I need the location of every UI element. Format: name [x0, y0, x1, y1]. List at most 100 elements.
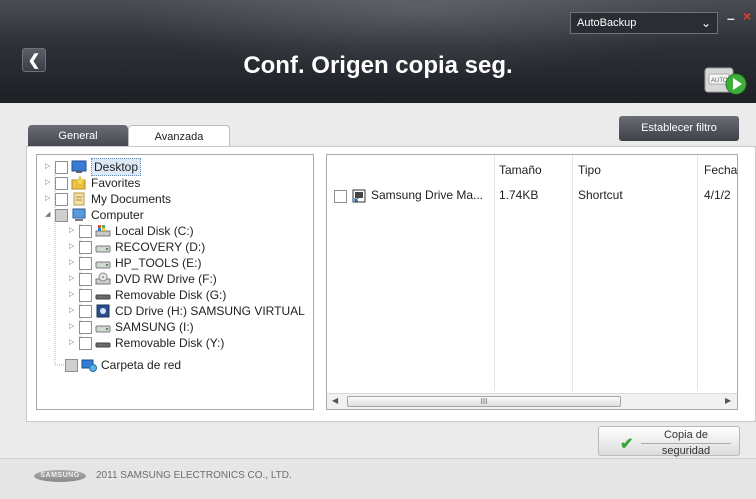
checkbox[interactable] [79, 224, 92, 238]
checkbox[interactable] [55, 160, 68, 174]
expand-arrow-icon[interactable]: ▷ [69, 303, 77, 319]
expand-arrow-icon[interactable]: ▷ [69, 319, 77, 335]
tree-item-label: RECOVERY (D:) [115, 240, 206, 254]
checkbox[interactable] [334, 190, 347, 203]
backup-button[interactable]: ✔ Copia de seguridad [598, 426, 740, 457]
tree-item-computer[interactable]: ◢ Computer [45, 207, 144, 223]
horizontal-scrollbar[interactable]: ◀ III ▶ [327, 393, 737, 409]
checkmark-icon: ✔ [620, 436, 634, 453]
scroll-thumb[interactable]: III [347, 396, 621, 407]
tab-general[interactable]: General [28, 125, 128, 147]
tree-item-removable-y[interactable]: ▷ Removable Disk (Y:) [69, 335, 224, 351]
chevron-down-icon: ⌄ [700, 16, 711, 30]
checkbox[interactable] [55, 192, 68, 206]
tree-item-label: Removable Disk (Y:) [115, 336, 225, 350]
column-divider [697, 155, 698, 391]
tree-item-recovery-d[interactable]: ▷ RECOVERY (D:) [69, 239, 205, 255]
network-folder-icon [81, 359, 97, 372]
removable-disk-icon [95, 294, 111, 300]
dvd-drive-icon [95, 272, 111, 285]
footer: SAMSUNG 2011 SAMSUNG ELECTRONICS CO., LT… [0, 459, 756, 499]
file-name: Samsung Drive Ma... [371, 188, 484, 202]
expand-arrow-icon[interactable]: ▷ [69, 287, 77, 303]
expand-arrow-icon[interactable]: ▷ [69, 271, 77, 287]
favorites-star-icon [71, 176, 87, 190]
tab-avanzada[interactable]: Avanzada [128, 125, 230, 147]
set-filter-button[interactable]: Establecer filtro [619, 116, 739, 141]
svg-text:AUTO: AUTO [711, 78, 728, 84]
expand-arrow-icon[interactable]: ▷ [69, 255, 77, 271]
drive-icon [95, 245, 111, 253]
backup-label-line2: seguridad [641, 443, 731, 457]
scroll-right-icon[interactable]: ▶ [725, 396, 731, 405]
computer-icon [72, 208, 86, 221]
tree-item-label: Carpeta de red [101, 358, 182, 372]
tree-item-cd-drive-h[interactable]: ▷ CD Drive (H:) SAMSUNG VIRTUAL [69, 303, 305, 319]
tree-item-label: My Documents [91, 192, 172, 206]
column-header-size[interactable]: Tamaño [499, 163, 542, 177]
collapse-arrow-icon[interactable]: ◢ [45, 207, 53, 223]
tree-item-local-disk-c[interactable]: ▷ Local Disk (C:) [69, 223, 194, 239]
page-title: Conf. Origen copia seg. [243, 52, 513, 79]
tree-item-my-documents[interactable]: ▷ My Documents [45, 191, 171, 207]
checkbox[interactable] [79, 288, 92, 302]
header-bar: ❮ Conf. Origen copia seg. AutoBackup ⌄ –… [0, 0, 756, 103]
checkbox[interactable] [79, 336, 92, 350]
column-divider [494, 155, 495, 391]
tree-item-samsung-i[interactable]: ▷ SAMSUNG (I:) [69, 319, 194, 335]
minimize-button[interactable]: – [727, 10, 735, 26]
local-disk-icon [95, 225, 111, 237]
checkbox[interactable] [79, 304, 92, 318]
tree-item-label: CD Drive (H:) SAMSUNG VIRTUAL [115, 304, 305, 318]
tree-item-label: HP_TOOLS (E:) [115, 256, 202, 270]
removable-disk-icon [95, 342, 111, 348]
samsung-logo: SAMSUNG [34, 470, 86, 482]
file-list[interactable]: Tamaño Tipo Fecha Samsung Drive Ma... 1.… [326, 154, 738, 410]
drive-icon [95, 261, 111, 269]
tree-item-network-folder[interactable]: Carpeta de red [55, 357, 181, 373]
checkbox[interactable] [55, 176, 68, 190]
mode-selected-value: AutoBackup [577, 17, 637, 29]
tree-item-label: Local Disk (C:) [115, 224, 194, 238]
documents-icon [73, 192, 85, 206]
tree-item-label: Removable Disk (G:) [115, 288, 227, 302]
tree-item-desktop[interactable]: ▷ Desktop [45, 158, 142, 176]
expand-arrow-icon[interactable]: ▷ [69, 223, 77, 239]
cd-drive-icon [96, 304, 110, 318]
expand-arrow-icon[interactable]: ▷ [69, 335, 77, 351]
column-divider [572, 155, 573, 391]
column-header-type[interactable]: Tipo [578, 163, 601, 177]
autobackup-app-icon: AUTO [704, 67, 747, 95]
copyright-text: 2011 SAMSUNG ELECTRONICS CO., LTD. [96, 470, 292, 481]
tree-item-label: Computer [91, 208, 144, 222]
checkbox[interactable] [55, 208, 68, 222]
desktop-icon [71, 160, 87, 173]
mode-dropdown[interactable]: AutoBackup ⌄ [570, 12, 718, 34]
tree-item-favorites[interactable]: ▷ Favorites [45, 175, 140, 191]
backup-button-label: Copia de seguridad [641, 429, 731, 457]
expand-arrow-icon[interactable]: ▷ [45, 191, 53, 207]
expand-arrow-icon[interactable]: ▷ [69, 239, 77, 255]
checkbox[interactable] [65, 358, 78, 372]
folder-tree[interactable]: ▷ Desktop ▷ Favorites ▷ My Documents ◢ C… [36, 154, 314, 410]
file-date: 4/1/2 [704, 188, 731, 202]
tree-item-removable-g[interactable]: ▷ Removable Disk (G:) [69, 287, 226, 303]
expand-arrow-icon[interactable]: ▷ [45, 175, 53, 191]
close-button[interactable]: × [743, 8, 751, 24]
scroll-left-icon[interactable]: ◀ [332, 396, 338, 405]
checkbox[interactable] [79, 240, 92, 254]
checkbox[interactable] [79, 272, 92, 286]
checkbox[interactable] [79, 320, 92, 334]
column-header-date[interactable]: Fecha [704, 163, 737, 177]
tree-item-label: DVD RW Drive (F:) [115, 272, 217, 286]
tree-item-label: SAMSUNG (I:) [115, 320, 194, 334]
tree-item-label: Favorites [91, 176, 141, 190]
checkbox[interactable] [79, 256, 92, 270]
tree-item-label: Desktop [91, 158, 142, 176]
tree-item-dvd-rw-f[interactable]: ▷ DVD RW Drive (F:) [69, 271, 217, 287]
expand-arrow-icon[interactable]: ▷ [45, 159, 53, 175]
tree-item-hp-tools-e[interactable]: ▷ HP_TOOLS (E:) [69, 255, 201, 271]
backup-label-line1: Copia de [663, 429, 709, 441]
file-size: 1.74KB [499, 188, 539, 202]
shortcut-icon [352, 189, 366, 203]
